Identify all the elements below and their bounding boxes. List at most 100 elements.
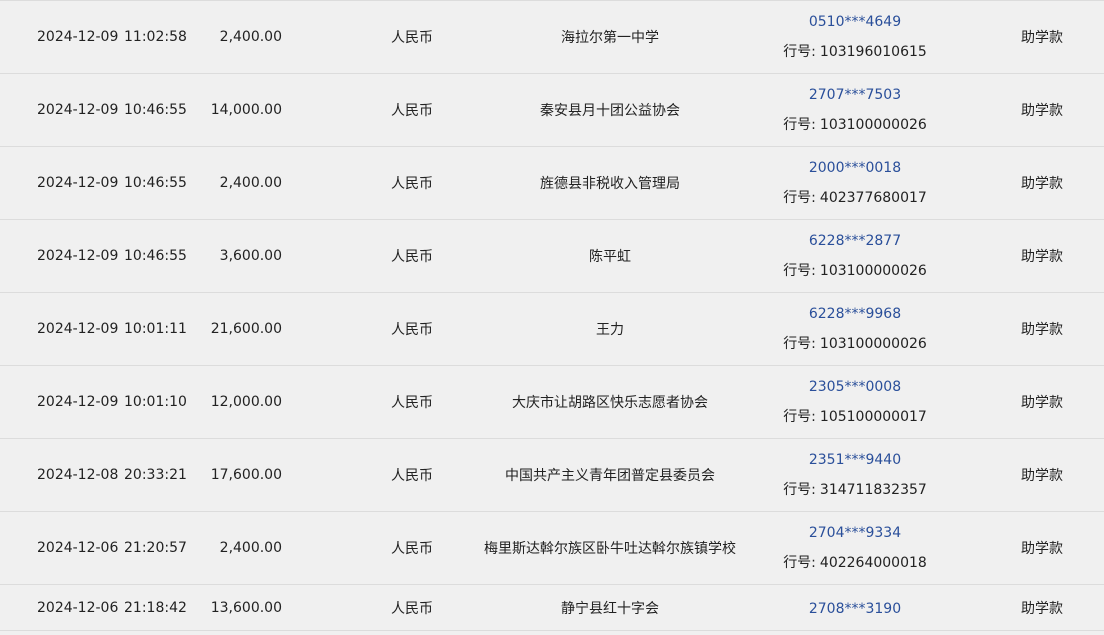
bank-code-label: 行号: — [783, 263, 816, 279]
bank-code-value: 402264000018 — [819, 555, 927, 571]
table-row: 2024-12-08 20:33:21 17,600.00 人民币 中国共产主义… — [0, 439, 1104, 512]
amount-cell: 21,600.00 — [210, 321, 282, 337]
amount-cell: 2,400.00 — [219, 540, 282, 556]
payee-cell: 静宁县红十字会 — [561, 600, 659, 617]
date-cell: 2024-12-09 — [37, 175, 119, 191]
amount-cell: 3,600.00 — [219, 248, 282, 264]
amount-cell: 2,400.00 — [219, 175, 282, 191]
account-cell: 2351***9440 行号: 314711832357 — [755, 439, 955, 511]
time-cell: 21:18:42 — [124, 599, 187, 616]
bank-code: 行号: 105100000017 — [783, 407, 927, 427]
bank-code-value: 314711832357 — [819, 482, 927, 498]
purpose-cell: 助学款 — [1021, 249, 1063, 265]
amount-cell: 17,600.00 — [210, 467, 282, 483]
bank-code-label: 行号: — [783, 482, 816, 498]
bank-code: 行号: 103196010615 — [783, 42, 927, 62]
bank-code-value: 105100000017 — [819, 409, 927, 425]
bank-code-label: 行号: — [783, 117, 816, 133]
time-cell: 10:01:10 — [124, 394, 187, 410]
date-cell: 2024-12-09 — [37, 29, 119, 45]
account-number-link[interactable]: 2704***9334 — [809, 523, 901, 543]
account-cell: 2000***0018 行号: 402377680017 — [755, 147, 955, 219]
bank-code-label: 行号: — [783, 409, 816, 425]
payee-cell: 梅里斯达斡尔族区卧牛吐达斡尔族镇学校 — [484, 541, 736, 557]
bank-code-label: 行号: — [783, 190, 816, 206]
date-cell: 2024-12-09 — [37, 321, 119, 337]
account-number-link[interactable]: 2351***9440 — [809, 450, 901, 470]
time-cell: 20:33:21 — [124, 467, 187, 483]
bank-code: 行号: 103100000026 — [783, 261, 927, 281]
account-cell: 2708***3190 — [755, 585, 955, 630]
table-row: 2024-12-09 11:02:58 2,400.00 人民币 海拉尔第一中学… — [0, 1, 1104, 74]
account-number-link[interactable]: 2000***0018 — [809, 158, 901, 178]
date-cell: 2024-12-09 — [37, 394, 119, 410]
account-cell: 6228***2877 行号: 103100000026 — [755, 220, 955, 292]
amount-cell: 12,000.00 — [210, 394, 282, 410]
time-cell: 11:02:58 — [124, 29, 187, 45]
payee-cell: 陈平虹 — [589, 249, 631, 265]
bank-code-value: 103100000026 — [819, 263, 927, 279]
account-number-link[interactable]: 0510***4649 — [809, 12, 901, 32]
account-cell: 2707***7503 行号: 103100000026 — [755, 74, 955, 146]
table-row: 2024-12-06 21:18:42 13,600.00 人民币 静宁县红十字… — [0, 585, 1104, 631]
donation-records-table: 2024-12-09 11:02:58 2,400.00 人民币 海拉尔第一中学… — [0, 0, 1104, 635]
currency-cell: 人民币 — [391, 176, 433, 192]
bank-code-value: 402377680017 — [819, 190, 927, 206]
purpose-cell: 助学款 — [1021, 322, 1063, 338]
date-cell: 2024-12-08 — [37, 467, 119, 483]
currency-cell: 人民币 — [391, 600, 433, 617]
purpose-cell: 助学款 — [1021, 468, 1063, 484]
bank-code: 行号: 402377680017 — [783, 188, 927, 208]
date-cell: 2024-12-06 — [37, 599, 119, 616]
payee-cell: 大庆市让胡路区快乐志愿者协会 — [512, 395, 708, 411]
currency-cell: 人民币 — [391, 103, 433, 119]
account-number-link[interactable]: 2707***7503 — [809, 85, 901, 105]
payee-cell: 王力 — [596, 322, 624, 338]
table-row: 2024-12-09 10:46:55 2,400.00 人民币 旌德县非税收入… — [0, 147, 1104, 220]
date-cell: 2024-12-09 — [37, 248, 119, 264]
bank-code-label: 行号: — [783, 336, 816, 352]
bank-code-value: 103100000026 — [819, 117, 927, 133]
table-row: 2024-12-09 10:46:55 3,600.00 人民币 陈平虹 622… — [0, 220, 1104, 293]
account-number-link[interactable]: 2708***3190 — [809, 599, 901, 619]
table-row: 2024-12-06 21:20:57 2,400.00 人民币 梅里斯达斡尔族… — [0, 512, 1104, 585]
payee-cell: 中国共产主义青年团普定县委员会 — [505, 468, 715, 484]
table-row: 2024-12-09 10:01:10 12,000.00 人民币 大庆市让胡路… — [0, 366, 1104, 439]
time-cell: 10:01:11 — [124, 321, 187, 337]
payee-cell: 旌德县非税收入管理局 — [540, 176, 680, 192]
table-row: 2024-12-09 10:46:55 14,000.00 人民币 秦安县月十团… — [0, 74, 1104, 147]
time-cell: 10:46:55 — [124, 248, 187, 264]
account-number-link[interactable]: 6228***2877 — [809, 231, 901, 251]
account-cell: 2704***9334 行号: 402264000018 — [755, 512, 955, 584]
date-cell: 2024-12-06 — [37, 540, 119, 556]
currency-cell: 人民币 — [391, 395, 433, 411]
amount-cell: 2,400.00 — [219, 29, 282, 45]
purpose-cell: 助学款 — [1021, 30, 1063, 46]
currency-cell: 人民币 — [391, 541, 433, 557]
account-number-link[interactable]: 6228***9968 — [809, 304, 901, 324]
bank-code: 行号: 103100000026 — [783, 115, 927, 135]
bank-code-label: 行号: — [783, 555, 816, 571]
currency-cell: 人民币 — [391, 249, 433, 265]
bank-code: 行号: 402264000018 — [783, 553, 927, 573]
purpose-cell: 助学款 — [1021, 395, 1063, 411]
bank-code: 行号: 103100000026 — [783, 334, 927, 354]
currency-cell: 人民币 — [391, 468, 433, 484]
account-cell: 2305***0008 行号: 105100000017 — [755, 366, 955, 438]
bank-code-value: 103196010615 — [819, 44, 927, 60]
purpose-cell: 助学款 — [1021, 103, 1063, 119]
currency-cell: 人民币 — [391, 30, 433, 46]
date-cell: 2024-12-09 — [37, 102, 119, 118]
amount-cell: 13,600.00 — [210, 599, 282, 616]
bank-code-label: 行号: — [783, 44, 816, 60]
time-cell: 10:46:55 — [124, 102, 187, 118]
bank-code-value: 103100000026 — [819, 336, 927, 352]
currency-cell: 人民币 — [391, 322, 433, 338]
time-cell: 10:46:55 — [124, 175, 187, 191]
time-cell: 21:20:57 — [124, 540, 187, 556]
purpose-cell: 助学款 — [1021, 541, 1063, 557]
bank-code: 行号: 314711832357 — [783, 480, 927, 500]
table-row: 2024-12-09 10:01:11 21,600.00 人民币 王力 622… — [0, 293, 1104, 366]
account-number-link[interactable]: 2305***0008 — [809, 377, 901, 397]
account-cell: 0510***4649 行号: 103196010615 — [755, 1, 955, 73]
